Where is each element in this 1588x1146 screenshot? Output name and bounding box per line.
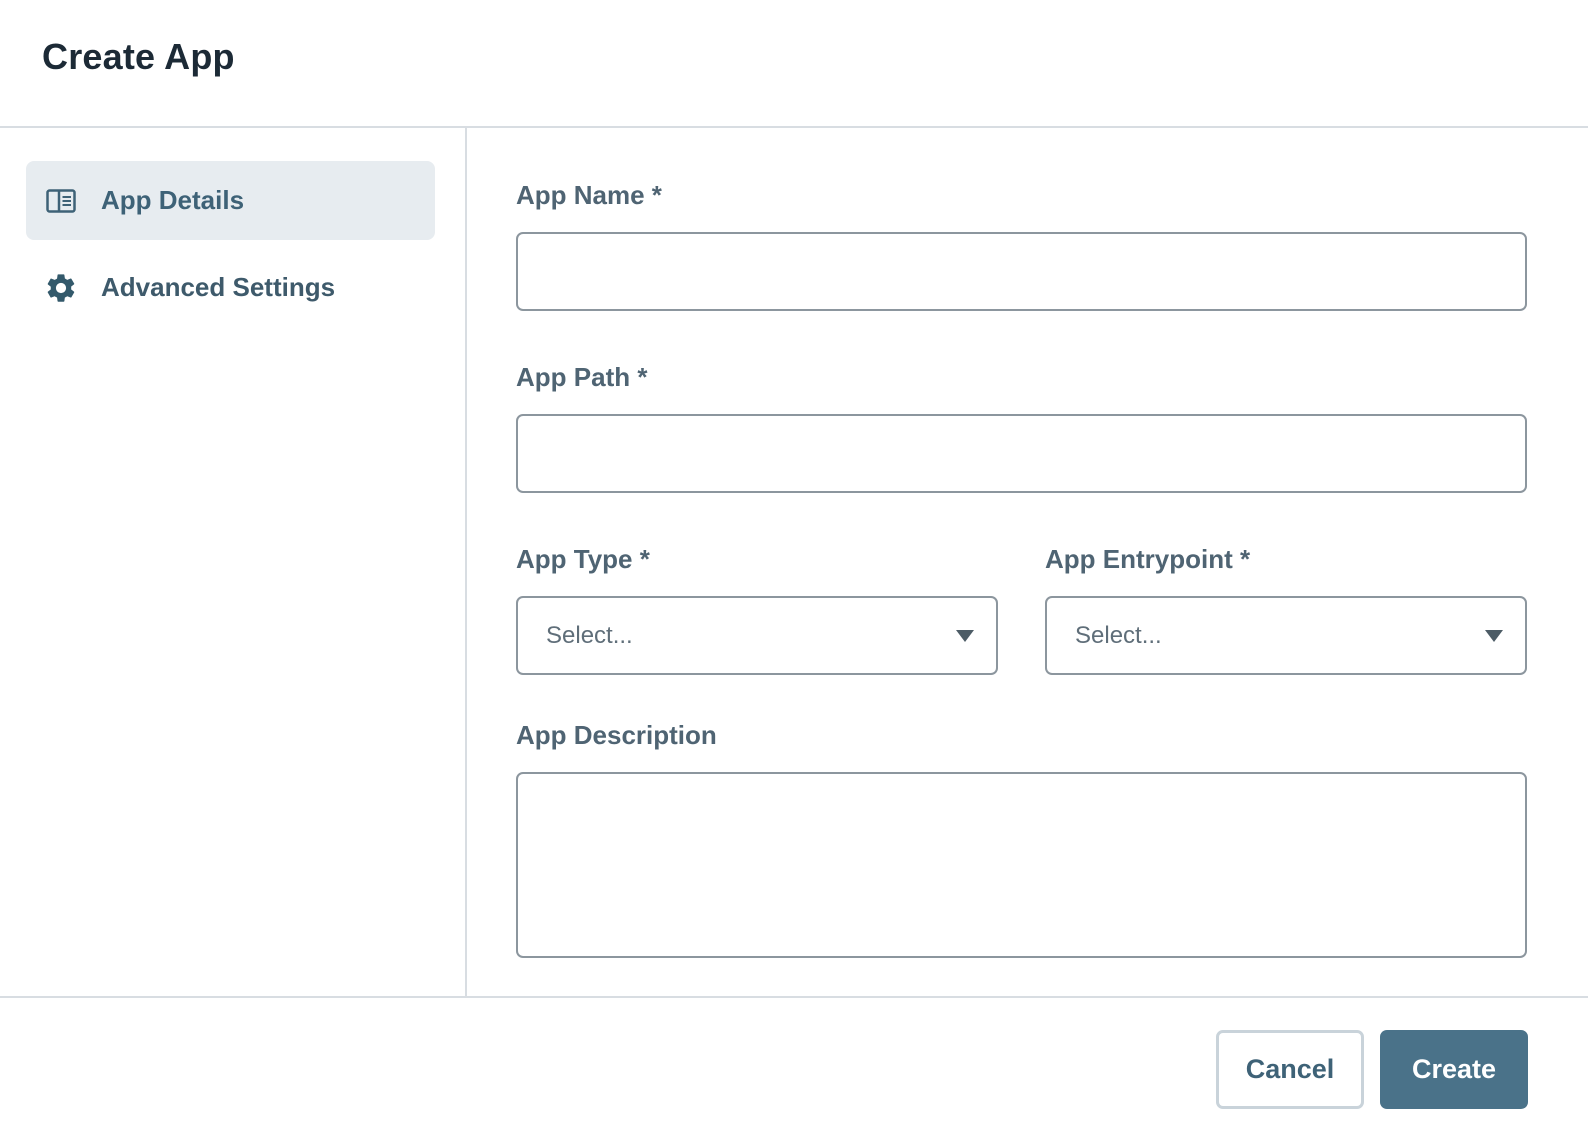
app-description-textarea[interactable] bbox=[516, 772, 1527, 958]
caret-down-icon bbox=[956, 629, 974, 642]
app-type-label: App Type * bbox=[516, 544, 650, 574]
dialog-footer: Cancel Create bbox=[0, 996, 1588, 1146]
dialog-title: Create App bbox=[42, 36, 235, 77]
create-app-dialog: Create App App Details Advanced Settings… bbox=[0, 0, 1588, 1146]
app-name-input[interactable] bbox=[516, 232, 1527, 311]
app-path-label: App Path * bbox=[516, 362, 648, 392]
cancel-button[interactable]: Cancel bbox=[1216, 1030, 1364, 1109]
app-entrypoint-label: App Entrypoint * bbox=[1045, 544, 1251, 574]
app-description-label: App Description bbox=[516, 720, 717, 750]
sidebar-item-label: Advanced Settings bbox=[101, 272, 336, 302]
app-name-label: App Name * bbox=[516, 180, 662, 210]
sidebar-item-advanced-settings[interactable]: Advanced Settings bbox=[26, 248, 435, 327]
app-entrypoint-selected-value: Select... bbox=[1075, 621, 1162, 649]
dialog-header: Create App bbox=[0, 0, 1588, 128]
sidebar-item-app-details[interactable]: App Details bbox=[26, 161, 435, 240]
app-type-selected-value: Select... bbox=[546, 621, 633, 649]
form-panel: App Name * App Path * App Type * Select.… bbox=[469, 128, 1588, 996]
create-button[interactable]: Create bbox=[1380, 1030, 1528, 1109]
caret-down-icon bbox=[1485, 629, 1503, 642]
panel-details-icon bbox=[44, 184, 78, 218]
app-path-input[interactable] bbox=[516, 414, 1527, 493]
gear-icon bbox=[44, 271, 78, 305]
dialog-sidebar: App Details Advanced Settings bbox=[0, 128, 467, 996]
app-type-select[interactable]: Select... bbox=[516, 596, 998, 675]
sidebar-item-label: App Details bbox=[101, 185, 245, 215]
app-entrypoint-select[interactable]: Select... bbox=[1045, 596, 1527, 675]
